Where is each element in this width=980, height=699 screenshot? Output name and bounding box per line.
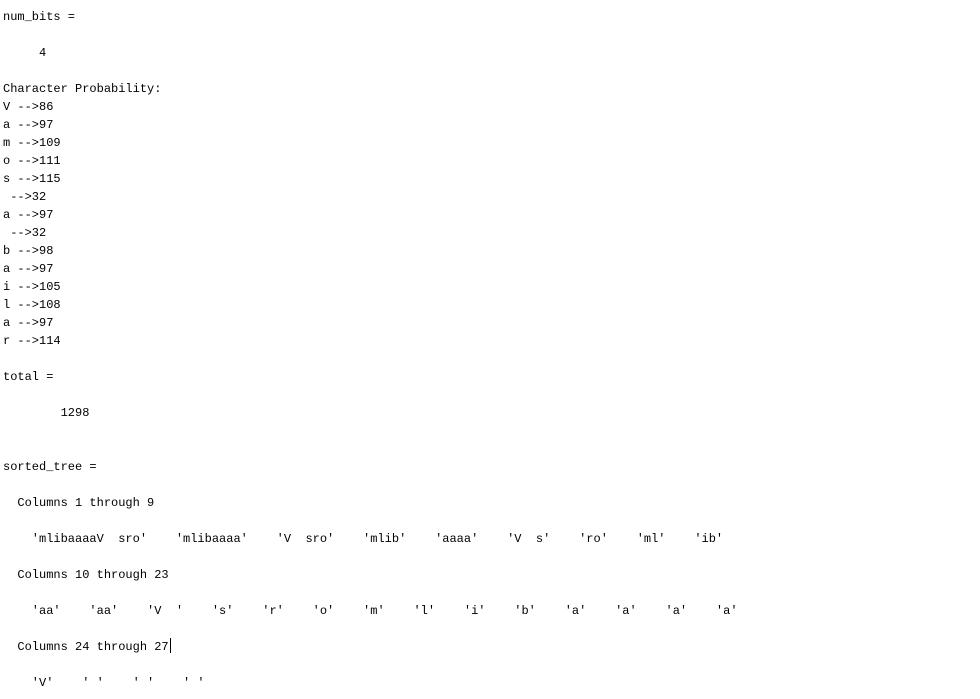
columns-1-9-label: Columns 1 through 9 <box>3 496 155 510</box>
char-prob-item: b -->98 <box>3 244 54 258</box>
char-prob-item: i -->105 <box>3 280 61 294</box>
char-prob-item: -->32 <box>3 190 47 204</box>
char-prob-item: a -->97 <box>3 316 54 330</box>
char-prob-item: r -->114 <box>3 334 61 348</box>
char-prob-header: Character Probability: <box>3 82 162 96</box>
columns-24-27-line: Columns 24 through 27 <box>3 638 973 656</box>
char-prob-item: l -->108 <box>3 298 61 312</box>
char-prob-item: a -->97 <box>3 262 54 276</box>
char-prob-item: o -->111 <box>3 154 61 168</box>
columns-24-27-label: Columns 24 through 27 <box>3 640 169 654</box>
char-prob-item: a -->97 <box>3 208 54 222</box>
columns-10-23-values: 'aa' 'aa' 'V ' 's' 'r' 'o' 'm' 'l' 'i' '… <box>3 604 738 618</box>
num-bits-label: num_bits = <box>3 10 76 24</box>
columns-10-23-label: Columns 10 through 23 <box>3 568 169 582</box>
command-window-output[interactable]: num_bits = 4 Character Probability: V --… <box>3 8 973 692</box>
char-prob-item: a -->97 <box>3 118 54 132</box>
char-prob-item: -->32 <box>3 226 47 240</box>
columns-1-9-values: 'mlibaaaaV sro' 'mlibaaaa' 'V sro' 'mlib… <box>3 532 724 546</box>
columns-24-27-values: 'V' ' ' ' ' ' ' <box>3 676 205 690</box>
sorted-tree-label: sorted_tree = <box>3 460 97 474</box>
num-bits-value: 4 <box>3 46 47 60</box>
total-value: 1298 <box>3 406 90 420</box>
char-prob-item: s -->115 <box>3 172 61 186</box>
char-prob-item: V -->86 <box>3 100 54 114</box>
char-prob-item: m -->109 <box>3 136 61 150</box>
total-label: total = <box>3 370 54 384</box>
text-cursor <box>169 638 171 653</box>
char-prob-list: V -->86 a -->97 m -->109 o -->111 s -->1… <box>3 98 973 350</box>
